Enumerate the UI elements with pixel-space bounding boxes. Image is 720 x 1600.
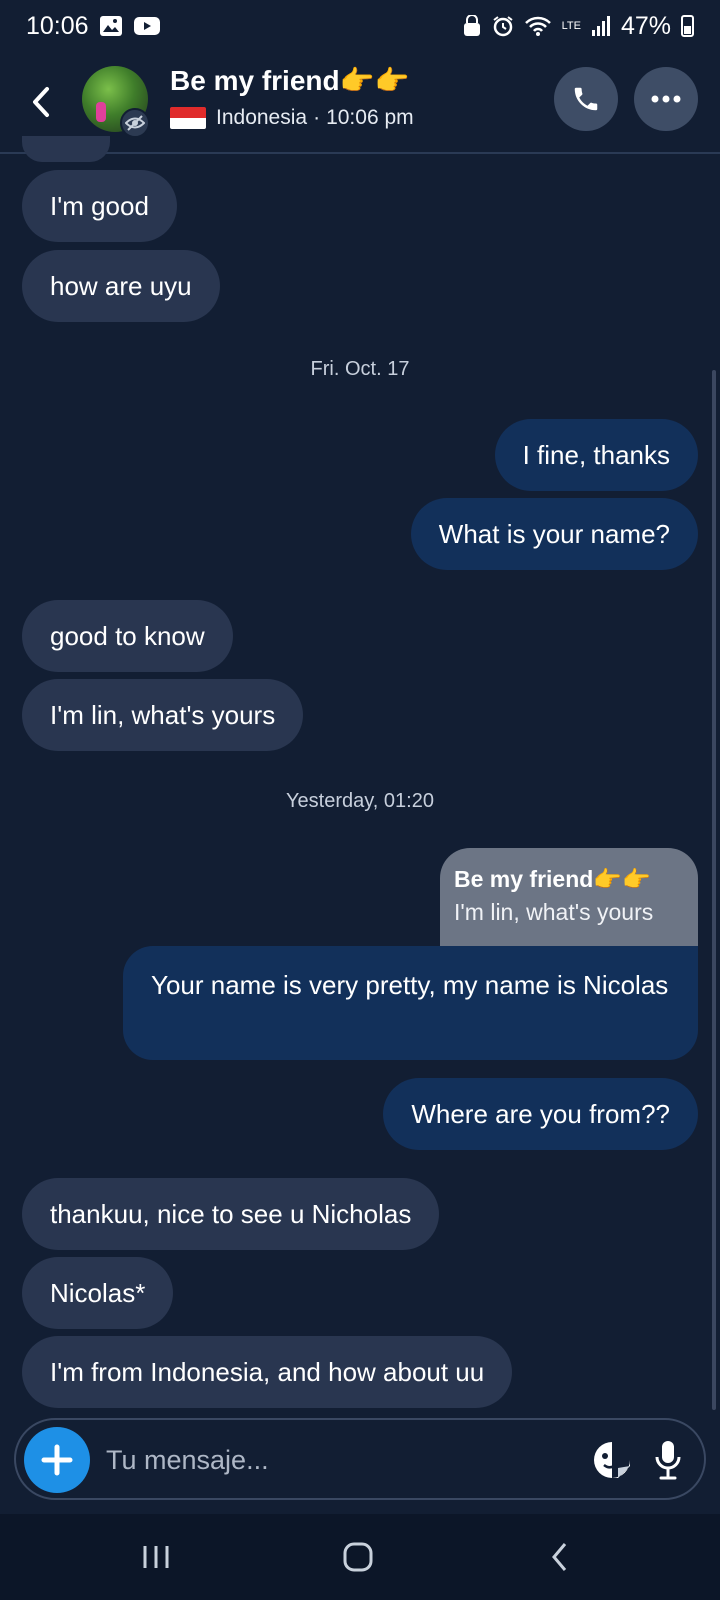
avatar-figure [96, 102, 106, 122]
quoted-author: Be my friend👉👉 [454, 866, 651, 892]
sticker-icon [594, 1442, 630, 1478]
gallery-notification-icon [99, 15, 123, 37]
message-text: good to know [50, 620, 205, 651]
contact-subtitle: Indonesia · 10:06 pm [170, 106, 414, 130]
subtitle-separator: · [313, 106, 321, 129]
battery-icon [681, 15, 694, 37]
message-incoming[interactable]: I'm from Indonesia, and how about uu [22, 1336, 513, 1408]
message-text: I'm from Indonesia, and how about uu [50, 1356, 485, 1387]
message-incoming[interactable]: I'm lin, what's yours [22, 679, 304, 751]
microphone-icon [655, 1441, 681, 1480]
message-list[interactable]: I'm good how are uyu Fri. Oct. 17 I fine… [0, 136, 720, 1410]
hidden-eye-icon [120, 108, 150, 138]
attach-button[interactable] [24, 1427, 90, 1493]
contact-name[interactable]: Be my friend👉👉 [170, 64, 409, 97]
contact-local-time: 10:06 pm [326, 106, 414, 129]
message-text: I fine, thanks [522, 439, 670, 470]
volte-icon: LTE [561, 20, 581, 32]
alarm-icon [492, 15, 514, 37]
status-left: 10:06 [26, 12, 161, 41]
youtube-notification-icon [133, 15, 161, 37]
quoted-reply[interactable]: Be my friend👉👉 I'm lin, what's yours [440, 848, 698, 948]
network-label: LTE [561, 20, 581, 32]
message-text: thankuu, nice to see u Nicholas [50, 1198, 412, 1229]
message-incoming[interactable]: good to know [22, 600, 233, 672]
sticker-button[interactable] [588, 1436, 636, 1484]
wifi-icon [524, 15, 552, 37]
message-incoming[interactable]: Nicolas* [22, 1257, 174, 1329]
status-time: 10:06 [26, 11, 89, 40]
more-options-button[interactable] [634, 67, 698, 131]
quoted-text: I'm lin, what's yours [454, 899, 654, 925]
message-incoming[interactable]: thankuu, nice to see u Nicholas [22, 1178, 440, 1250]
back-nav-button[interactable] [530, 1532, 590, 1582]
message-outgoing[interactable]: What is your name? [410, 498, 698, 570]
recents-icon [143, 1546, 169, 1568]
message-text: how are uyu [50, 270, 192, 301]
system-nav-bar [0, 1514, 720, 1600]
date-separator: Fri. Oct. 17 [310, 358, 410, 380]
indonesia-flag-icon [170, 107, 206, 129]
message-text: What is your name? [438, 518, 670, 549]
chevron-left-icon [33, 87, 49, 117]
message-incoming[interactable]: how are uyu [22, 250, 220, 322]
signal-icon [591, 15, 611, 37]
message-bubble-partial [22, 136, 110, 162]
message-text: I'm lin, what's yours [50, 699, 276, 730]
message-text: I'm good [50, 190, 149, 221]
phone-icon [574, 87, 598, 111]
home-icon [343, 1542, 373, 1572]
plus-icon [41, 1444, 73, 1476]
message-incoming[interactable]: I'm good [22, 170, 177, 242]
message-input[interactable] [106, 1436, 566, 1484]
lock-rotation-icon [462, 15, 482, 37]
message-outgoing[interactable]: Your name is very pretty, my name is Nic… [123, 946, 698, 1060]
more-horizontal-icon [651, 95, 681, 103]
message-text: Where are you from?? [411, 1098, 670, 1129]
message-composer [14, 1418, 706, 1500]
date-separator: Yesterday, 01:20 [286, 790, 434, 812]
status-bar: 10:06 LTE 47% [0, 0, 720, 52]
recents-button[interactable] [126, 1532, 186, 1582]
back-button[interactable] [26, 84, 56, 120]
back-nav-icon [552, 1543, 567, 1571]
scrollbar[interactable] [712, 370, 716, 1410]
home-button[interactable] [328, 1532, 388, 1582]
message-text: Nicolas* [50, 1277, 146, 1308]
call-button[interactable] [554, 67, 618, 131]
message-text: Your name is very pretty, my name is Nic… [151, 970, 669, 1000]
message-outgoing[interactable]: Where are you from?? [383, 1078, 698, 1150]
contact-country: Indonesia [216, 106, 308, 129]
message-outgoing[interactable]: I fine, thanks [494, 419, 698, 491]
microphone-button[interactable] [648, 1434, 688, 1486]
status-right: LTE 47% [462, 12, 694, 41]
battery-percent: 47% [620, 11, 671, 40]
